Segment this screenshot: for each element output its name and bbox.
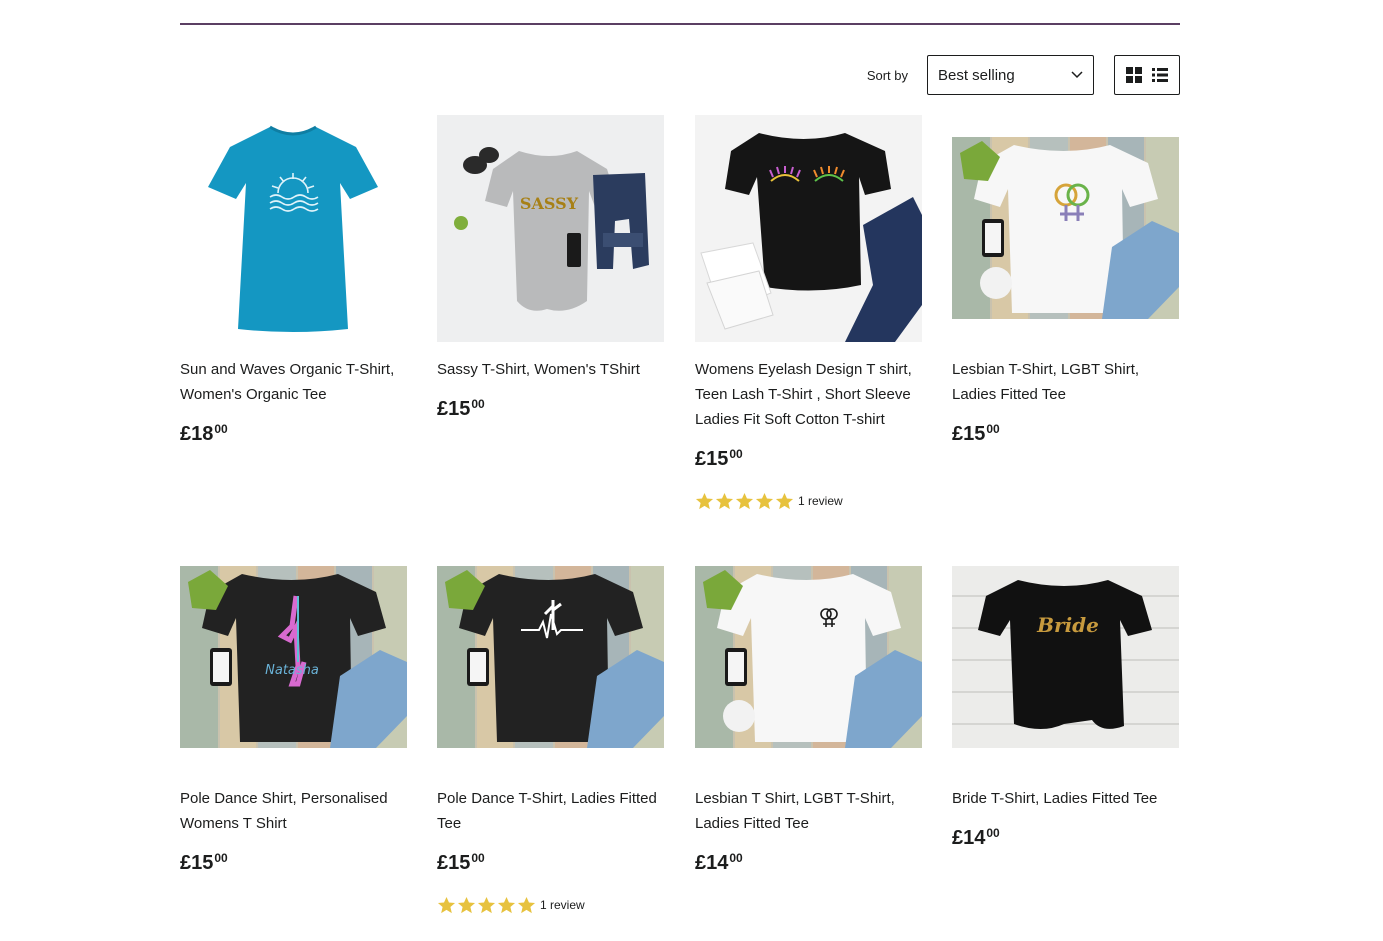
product-title[interactable]: Womens Eyelash Design T shirt, Teen Lash… <box>695 357 930 432</box>
price-major: £15 <box>437 398 471 420</box>
price-major: £14 <box>952 827 986 849</box>
grid-view-icon[interactable] <box>1126 67 1142 83</box>
svg-text:Natasha: Natasha <box>265 663 319 678</box>
product-price: £1400 <box>695 851 743 875</box>
product-rating[interactable]: 1 review <box>437 895 585 915</box>
product-title[interactable]: Lesbian T-Shirt, LGBT Shirt, Ladies Fitt… <box>952 357 1187 407</box>
product-title[interactable]: Bride T-Shirt, Ladies Fitted Tee <box>952 786 1187 811</box>
price-minor: 00 <box>471 397 485 411</box>
product-price: £1500 <box>952 422 1000 446</box>
sort-select-value: Best selling <box>938 66 1015 84</box>
price-minor: 00 <box>214 851 228 865</box>
product-price: £1500 <box>180 851 228 875</box>
product-title[interactable]: Pole Dance Shirt, Personalised Womens T … <box>180 786 415 836</box>
price-minor: 00 <box>214 422 228 436</box>
product-price: £1400 <box>952 826 1000 850</box>
review-count: 1 review <box>540 898 585 912</box>
product-image[interactable] <box>952 115 1179 342</box>
view-toggle <box>1114 55 1180 95</box>
price-major: £14 <box>695 852 729 874</box>
price-minor: 00 <box>986 422 1000 436</box>
list-view-icon[interactable] <box>1152 67 1168 83</box>
product-image[interactable] <box>695 544 922 771</box>
sort-select[interactable]: Best selling <box>927 55 1094 95</box>
star-icon <box>775 492 794 509</box>
product-image[interactable]: Bride <box>952 544 1179 771</box>
review-count: 1 review <box>798 494 843 508</box>
product-price: £1500 <box>437 397 485 421</box>
price-major: £15 <box>180 852 214 874</box>
collection-toolbar: Sort by Best selling <box>180 55 1180 95</box>
star-icon <box>715 492 734 509</box>
product-title[interactable]: Lesbian T Shirt, LGBT T-Shirt, Ladies Fi… <box>695 786 930 836</box>
star-icon <box>497 896 516 913</box>
price-minor: 00 <box>729 851 743 865</box>
sort-label: Sort by <box>866 68 908 83</box>
star-rating <box>695 492 794 511</box>
star-rating <box>437 896 536 915</box>
price-major: £15 <box>437 852 471 874</box>
price-minor: 00 <box>986 826 1000 840</box>
price-major: £18 <box>180 423 214 445</box>
star-icon <box>477 896 496 913</box>
price-major: £15 <box>952 423 986 445</box>
product-image[interactable]: SASSY <box>437 115 664 342</box>
star-icon <box>437 896 456 913</box>
svg-text:Bride: Bride <box>1036 613 1099 637</box>
product-price: £1500 <box>437 851 485 875</box>
product-rating[interactable]: 1 review <box>695 491 843 511</box>
product-image[interactable] <box>180 115 407 342</box>
price-minor: 00 <box>471 851 485 865</box>
star-icon <box>735 492 754 509</box>
star-icon <box>517 896 536 913</box>
product-image[interactable] <box>695 115 922 342</box>
chevron-down-icon <box>1071 71 1083 79</box>
product-price: £1500 <box>695 447 743 471</box>
product-image[interactable]: Natasha <box>180 544 407 771</box>
price-major: £15 <box>695 448 729 470</box>
svg-text:SASSY: SASSY <box>520 194 579 213</box>
product-price: £1800 <box>180 422 228 446</box>
product-title[interactable]: Sun and Waves Organic T-Shirt, Women's O… <box>180 357 415 407</box>
product-image[interactable] <box>437 544 664 771</box>
header-divider <box>180 23 1180 25</box>
star-icon <box>457 896 476 913</box>
price-minor: 00 <box>729 447 743 461</box>
product-title[interactable]: Pole Dance T-Shirt, Ladies Fitted Tee <box>437 786 672 836</box>
star-icon <box>695 492 714 509</box>
star-icon <box>755 492 774 509</box>
product-title[interactable]: Sassy T-Shirt, Women's TShirt <box>437 357 672 382</box>
